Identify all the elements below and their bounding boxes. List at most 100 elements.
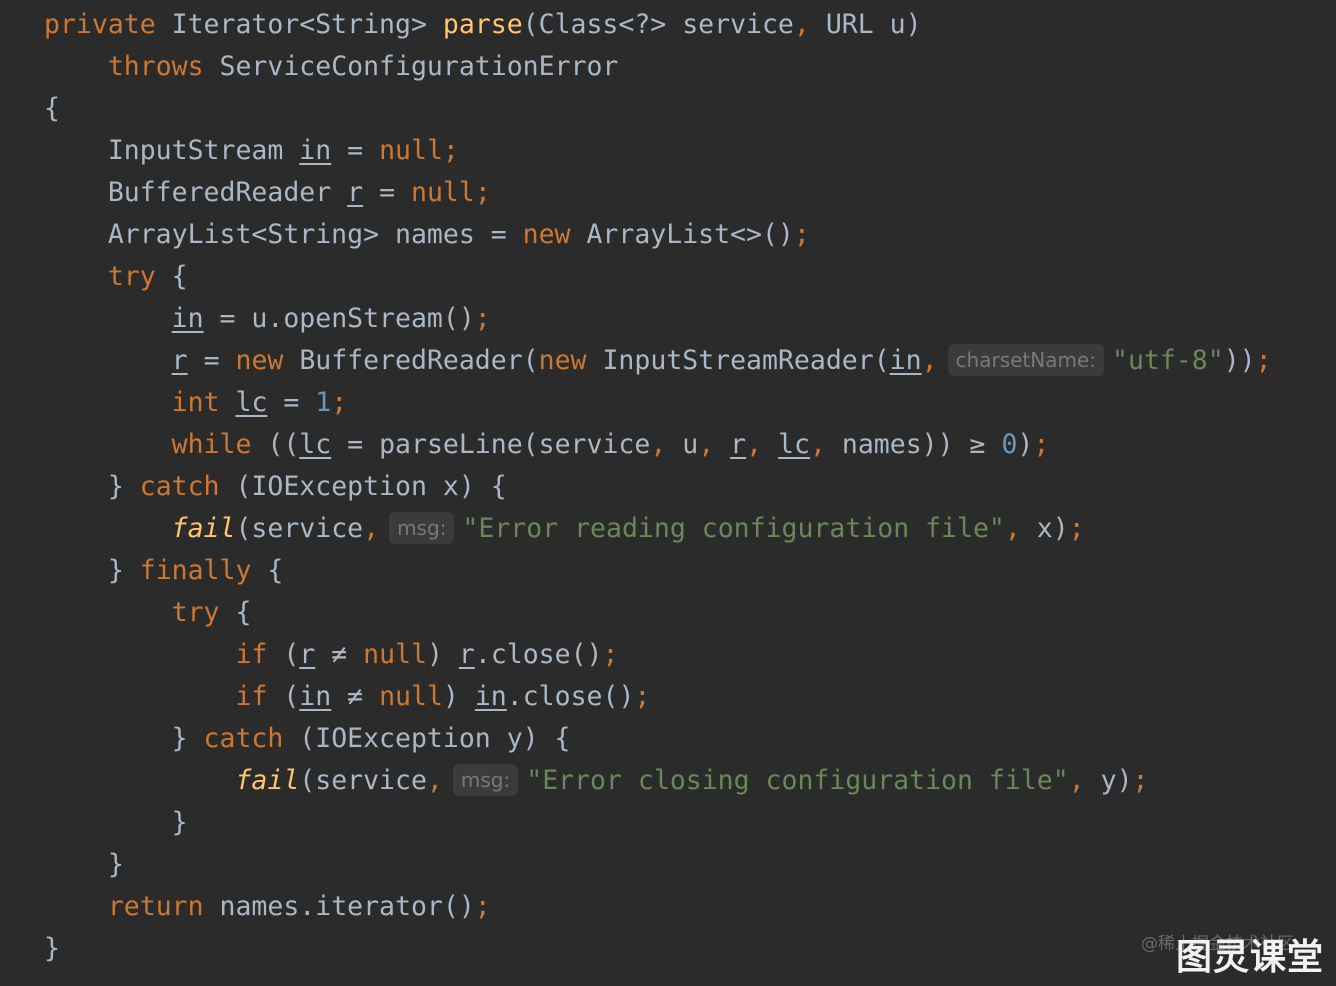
code-line: } finally {	[44, 550, 284, 592]
code-punctuation: ,	[698, 429, 715, 460]
code-text: )	[426, 639, 459, 670]
code-text: )	[1017, 429, 1034, 460]
code-keyword: while	[171, 429, 252, 460]
code-variable: lc	[299, 429, 332, 460]
parameter-hint: msg:	[452, 764, 519, 796]
code-method-call: fail	[171, 513, 236, 544]
code-keyword: null	[379, 135, 443, 166]
code-punctuation: ;	[1068, 513, 1085, 544]
code-keyword: try	[107, 261, 156, 292]
code-variable: r	[171, 345, 188, 376]
code-punctuation: ;	[331, 387, 348, 418]
watermark: @稀土掘金技术社区 图灵课堂	[1141, 930, 1324, 980]
code-line: }	[44, 802, 188, 844]
code-line: in = u.openStream();	[44, 298, 491, 340]
code-text: ((	[251, 429, 300, 460]
code-punctuation: ;	[1033, 429, 1050, 460]
code-text: {	[251, 555, 284, 586]
code-text: InputStreamReader(	[586, 345, 890, 376]
code-keyword: null	[410, 177, 475, 208]
code-text: }	[44, 933, 60, 964]
code-keyword: null	[363, 639, 427, 670]
code-text: ServiceConfigurationError	[203, 51, 619, 82]
code-text: ))	[1223, 345, 1256, 376]
code-variable: r	[730, 429, 747, 460]
code-line: try {	[44, 256, 188, 298]
code-line: throws ServiceConfigurationError	[44, 46, 619, 88]
code-punctuation: ,	[809, 429, 826, 460]
code-punctuation: ;	[793, 219, 810, 250]
code-text: ≠	[331, 681, 380, 712]
code-text: (Class<?> service	[522, 9, 794, 40]
code-line: {	[44, 88, 60, 130]
code-method-name: parse	[442, 9, 523, 40]
code-line: InputStream in = null;	[44, 130, 459, 172]
code-line: } catch (IOException x) {	[44, 466, 507, 508]
code-keyword: finally	[139, 555, 252, 586]
code-text: (service	[299, 765, 427, 796]
code-punctuation: ,	[426, 765, 443, 796]
code-keyword: throws	[107, 51, 204, 82]
code-punctuation: ;	[1132, 765, 1149, 796]
code-text: InputStream	[44, 135, 300, 166]
code-line: int lc = 1;	[44, 382, 348, 424]
code-text: (	[267, 639, 300, 670]
code-text: names.iterator()	[203, 891, 475, 922]
code-text: (service	[235, 513, 364, 544]
code-text: ArrayList<>()	[570, 219, 794, 250]
code-text: ArrayList<String> names =	[44, 219, 523, 250]
watermark-brand-text: 图灵课堂	[1175, 937, 1324, 978]
code-variable: r	[347, 177, 364, 208]
code-punctuation: ;	[474, 891, 491, 922]
code-text: u	[666, 429, 699, 460]
code-line: if (r ≠ null) r.close();	[44, 634, 618, 676]
code-punctuation: ,	[1068, 765, 1085, 796]
code-string: "Error reading configuration file"	[462, 513, 1005, 544]
code-punctuation: ;	[442, 135, 459, 166]
code-text: BufferedReader	[44, 177, 348, 208]
code-text: = parseLine(service	[331, 429, 651, 460]
code-string: "Error closing configuration file"	[526, 765, 1069, 796]
code-text: (IOException x) {	[219, 471, 507, 502]
code-text: =	[363, 177, 411, 208]
code-text: {	[155, 261, 188, 292]
code-keyword: new	[538, 345, 587, 376]
code-text: =	[331, 135, 380, 166]
code-punctuation: ,	[746, 429, 763, 460]
code-text: }	[44, 807, 188, 838]
code-text: {	[219, 597, 252, 628]
code-text: }	[44, 471, 140, 502]
code-keyword: return	[107, 891, 204, 922]
code-line: }	[44, 928, 60, 970]
code-text: {	[44, 93, 60, 124]
code-keyword: new	[522, 219, 571, 250]
code-keyword: catch	[139, 471, 220, 502]
code-punctuation: ,	[650, 429, 667, 460]
code-editor[interactable]: private Iterator<String> parse(Class<?> …	[0, 0, 1336, 986]
code-keyword: if	[235, 639, 268, 670]
code-keyword: null	[379, 681, 443, 712]
code-variable: in	[299, 681, 332, 712]
code-line: while ((lc = parseLine(service, u, r, lc…	[44, 424, 1050, 466]
code-text: BufferedReader(	[283, 345, 539, 376]
code-punctuation: ;	[602, 639, 619, 670]
code-punctuation: ;	[1255, 345, 1272, 376]
code-method-call: fail	[235, 765, 300, 796]
code-variable: r	[458, 639, 475, 670]
code-text: .close()	[506, 681, 635, 712]
code-text: x)	[1020, 513, 1069, 544]
code-punctuation: ;	[474, 303, 491, 334]
code-variable: in	[299, 135, 332, 166]
code-text: }	[44, 723, 204, 754]
code-text: (	[267, 681, 300, 712]
code-variable: in	[889, 345, 922, 376]
code-string: "utf-8"	[1112, 345, 1224, 376]
